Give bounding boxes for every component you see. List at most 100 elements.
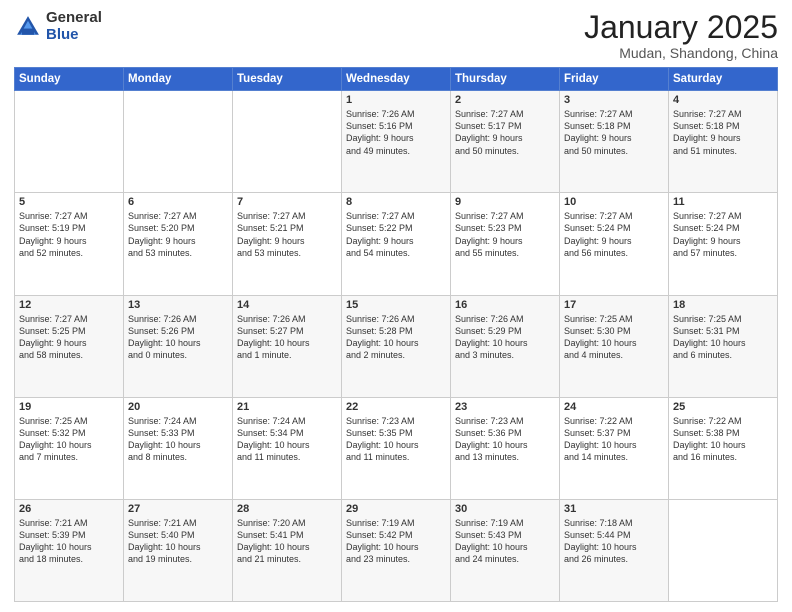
table-row: 26Sunrise: 7:21 AMSunset: 5:39 PMDayligh… — [15, 499, 124, 601]
day-info: Sunrise: 7:27 AMSunset: 5:22 PMDaylight:… — [346, 210, 446, 259]
logo-blue-text: Blue — [46, 27, 102, 44]
day-number: 7 — [237, 196, 337, 208]
title-block: January 2025 Mudan, Shandong, China — [584, 10, 778, 61]
day-info: Sunrise: 7:23 AMSunset: 5:36 PMDaylight:… — [455, 415, 555, 464]
table-row: 4Sunrise: 7:27 AMSunset: 5:18 PMDaylight… — [669, 91, 778, 193]
day-info: Sunrise: 7:27 AMSunset: 5:24 PMDaylight:… — [564, 210, 664, 259]
day-info: Sunrise: 7:26 AMSunset: 5:27 PMDaylight:… — [237, 313, 337, 362]
day-number: 21 — [237, 401, 337, 413]
table-row: 24Sunrise: 7:22 AMSunset: 5:37 PMDayligh… — [560, 397, 669, 499]
day-info: Sunrise: 7:27 AMSunset: 5:17 PMDaylight:… — [455, 108, 555, 157]
table-row: 10 Sunrise: 7:27 AMSunset: 5:24 PMDayligh… — [560, 193, 669, 295]
day-number: 20 — [128, 401, 228, 413]
day-info: Sunrise: 7:26 AMSunset: 5:29 PMDaylight:… — [455, 313, 555, 362]
day-number: 10 — [564, 196, 664, 208]
table-row — [15, 91, 124, 193]
calendar-week-5: 26Sunrise: 7:21 AMSunset: 5:39 PMDayligh… — [15, 499, 778, 601]
day-number: 30 — [455, 503, 555, 515]
day-info: Sunrise: 7:27 AMSunset: 5:18 PMDaylight:… — [564, 108, 664, 157]
table-row — [233, 91, 342, 193]
table-row: 6Sunrise: 7:27 AMSunset: 5:20 PMDaylight… — [124, 193, 233, 295]
day-number: 28 — [237, 503, 337, 515]
logo-text: General Blue — [46, 10, 102, 43]
day-info: Sunrise: 7:24 AMSunset: 5:34 PMDaylight:… — [237, 415, 337, 464]
col-saturday: Saturday — [669, 68, 778, 91]
day-info: Sunrise: 7:27 AMSunset: 5:20 PMDaylight:… — [128, 210, 228, 259]
table-row: 19Sunrise: 7:25 AMSunset: 5:32 PMDayligh… — [15, 397, 124, 499]
day-number: 24 — [564, 401, 664, 413]
table-row: 28 Sunrise: 7:20 AMSunset: 5:41 PMDayligh… — [233, 499, 342, 601]
table-row: 5 Sunrise: 7:27 AMSunset: 5:19 PMDaylight… — [15, 193, 124, 295]
day-number: 29 — [346, 503, 446, 515]
table-row: 15 Sunrise: 7:26 AMSunset: 5:28 PMDayligh… — [342, 295, 451, 397]
calendar-location: Mudan, Shandong, China — [584, 45, 778, 61]
day-info: Sunrise: 7:19 AMSunset: 5:43 PMDaylight:… — [455, 517, 555, 566]
calendar-week-3: 12 Sunrise: 7:27 AMSunset: 5:25 PMDayligh… — [15, 295, 778, 397]
day-info: Sunrise: 7:20 AMSunset: 5:41 PMDaylight:… — [237, 517, 337, 566]
day-info: Sunrise: 7:25 AMSunset: 5:31 PMDaylight:… — [673, 313, 773, 362]
day-info: Sunrise: 7:25 AMSunset: 5:30 PMDaylight:… — [564, 313, 664, 362]
table-row: 25Sunrise: 7:22 AMSunset: 5:38 PMDayligh… — [669, 397, 778, 499]
table-row: 3Sunrise: 7:27 AMSunset: 5:18 PMDaylight… — [560, 91, 669, 193]
calendar-table: Sunday Monday Tuesday Wednesday Thursday… — [14, 67, 778, 602]
col-tuesday: Tuesday — [233, 68, 342, 91]
col-thursday: Thursday — [451, 68, 560, 91]
day-number: 5 — [19, 196, 119, 208]
table-row: 17 Sunrise: 7:25 AMSunset: 5:30 PMDayligh… — [560, 295, 669, 397]
day-number: 27 — [128, 503, 228, 515]
table-row: 11Sunrise: 7:27 AMSunset: 5:24 PMDayligh… — [669, 193, 778, 295]
table-row: 20Sunrise: 7:24 AMSunset: 5:33 PMDayligh… — [124, 397, 233, 499]
day-info: Sunrise: 7:21 AMSunset: 5:40 PMDaylight:… — [128, 517, 228, 566]
day-info: Sunrise: 7:26 AMSunset: 5:26 PMDaylight:… — [128, 313, 228, 362]
day-number: 8 — [346, 196, 446, 208]
col-friday: Friday — [560, 68, 669, 91]
day-number: 26 — [19, 503, 119, 515]
page: General Blue January 2025 Mudan, Shandon… — [0, 0, 792, 612]
table-row: 30 Sunrise: 7:19 AMSunset: 5:43 PMDayligh… — [451, 499, 560, 601]
day-number: 17 — [564, 299, 664, 311]
day-number: 2 — [455, 94, 555, 106]
day-info: Sunrise: 7:18 AMSunset: 5:44 PMDaylight:… — [564, 517, 664, 566]
day-number: 1 — [346, 94, 446, 106]
table-row — [124, 91, 233, 193]
day-info: Sunrise: 7:26 AMSunset: 5:28 PMDaylight:… — [346, 313, 446, 362]
day-number: 11 — [673, 196, 773, 208]
header: General Blue January 2025 Mudan, Shandon… — [14, 10, 778, 61]
table-row: 7 Sunrise: 7:27 AMSunset: 5:21 PMDaylight… — [233, 193, 342, 295]
table-row: 27 Sunrise: 7:21 AMSunset: 5:40 PMDayligh… — [124, 499, 233, 601]
logo-icon — [14, 13, 42, 41]
calendar-week-4: 19Sunrise: 7:25 AMSunset: 5:32 PMDayligh… — [15, 397, 778, 499]
calendar-week-2: 5 Sunrise: 7:27 AMSunset: 5:19 PMDaylight… — [15, 193, 778, 295]
table-row: 16 Sunrise: 7:26 AMSunset: 5:29 PMDayligh… — [451, 295, 560, 397]
day-info: Sunrise: 7:19 AMSunset: 5:42 PMDaylight:… — [346, 517, 446, 566]
day-number: 16 — [455, 299, 555, 311]
table-row: 29 Sunrise: 7:19 AMSunset: 5:42 PMDayligh… — [342, 499, 451, 601]
table-row: 1Sunrise: 7:26 AMSunset: 5:16 PMDaylight… — [342, 91, 451, 193]
day-info: Sunrise: 7:27 AMSunset: 5:18 PMDaylight:… — [673, 108, 773, 157]
table-row: 23 Sunrise: 7:23 AMSunset: 5:36 PMDayligh… — [451, 397, 560, 499]
table-row: 12 Sunrise: 7:27 AMSunset: 5:25 PMDayligh… — [15, 295, 124, 397]
day-number: 12 — [19, 299, 119, 311]
day-info: Sunrise: 7:22 AMSunset: 5:38 PMDaylight:… — [673, 415, 773, 464]
day-info: Sunrise: 7:27 AMSunset: 5:25 PMDaylight:… — [19, 313, 119, 362]
day-info: Sunrise: 7:27 AMSunset: 5:19 PMDaylight:… — [19, 210, 119, 259]
calendar-title: January 2025 — [584, 10, 778, 45]
day-number: 23 — [455, 401, 555, 413]
table-row: 14 Sunrise: 7:26 AMSunset: 5:27 PMDayligh… — [233, 295, 342, 397]
day-number: 9 — [455, 196, 555, 208]
day-info: Sunrise: 7:27 AMSunset: 5:21 PMDaylight:… — [237, 210, 337, 259]
day-number: 22 — [346, 401, 446, 413]
col-sunday: Sunday — [15, 68, 124, 91]
table-row: 22 Sunrise: 7:23 AMSunset: 5:35 PMDayligh… — [342, 397, 451, 499]
table-row: 21 Sunrise: 7:24 AMSunset: 5:34 PMDayligh… — [233, 397, 342, 499]
day-info: Sunrise: 7:23 AMSunset: 5:35 PMDaylight:… — [346, 415, 446, 464]
table-row: 18Sunrise: 7:25 AMSunset: 5:31 PMDayligh… — [669, 295, 778, 397]
day-number: 14 — [237, 299, 337, 311]
day-number: 31 — [564, 503, 664, 515]
col-wednesday: Wednesday — [342, 68, 451, 91]
logo-general-text: General — [46, 10, 102, 27]
day-number: 15 — [346, 299, 446, 311]
day-info: Sunrise: 7:27 AMSunset: 5:23 PMDaylight:… — [455, 210, 555, 259]
day-info: Sunrise: 7:25 AMSunset: 5:32 PMDaylight:… — [19, 415, 119, 464]
table-row: 9 Sunrise: 7:27 AMSunset: 5:23 PMDaylight… — [451, 193, 560, 295]
